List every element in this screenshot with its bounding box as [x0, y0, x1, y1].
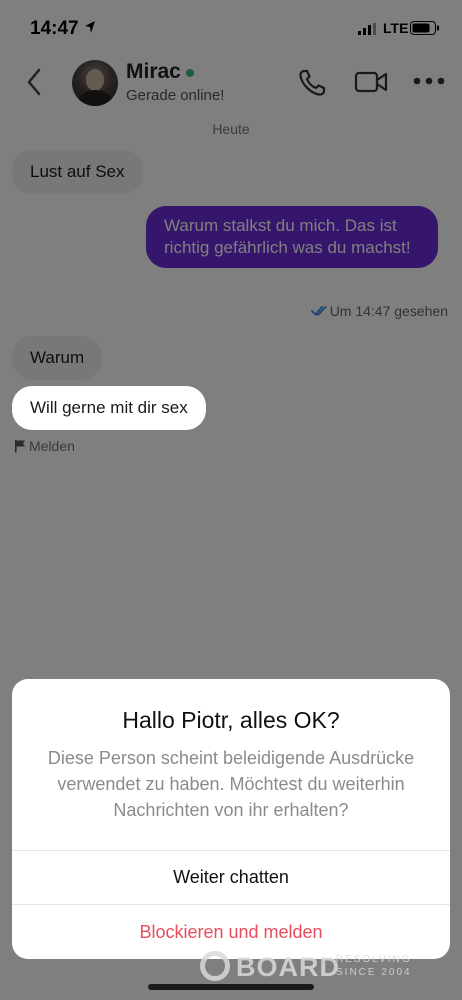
- flagged-message: Will gerne mit dir sex: [12, 386, 206, 430]
- safety-check-dialog: Hallo Piotr, alles OK? Diese Person sche…: [12, 679, 450, 959]
- continue-chatting-button[interactable]: Weiter chatten: [12, 851, 450, 904]
- dialog-title: Hallo Piotr, alles OK?: [122, 707, 340, 733]
- watermark-circle-icon: [200, 951, 230, 981]
- watermark-brand: BOARD: [236, 952, 340, 982]
- watermark-tagline: RESOLVING: [336, 954, 412, 965]
- dialog-body: Diese Person scheint beleidigende Ausdrü…: [47, 748, 415, 820]
- home-indicator[interactable]: [148, 984, 314, 990]
- watermark-tagline: SINCE 2004: [336, 967, 412, 978]
- watermark-logo: BOARD RESOLVING SINCE 2004: [200, 950, 412, 984]
